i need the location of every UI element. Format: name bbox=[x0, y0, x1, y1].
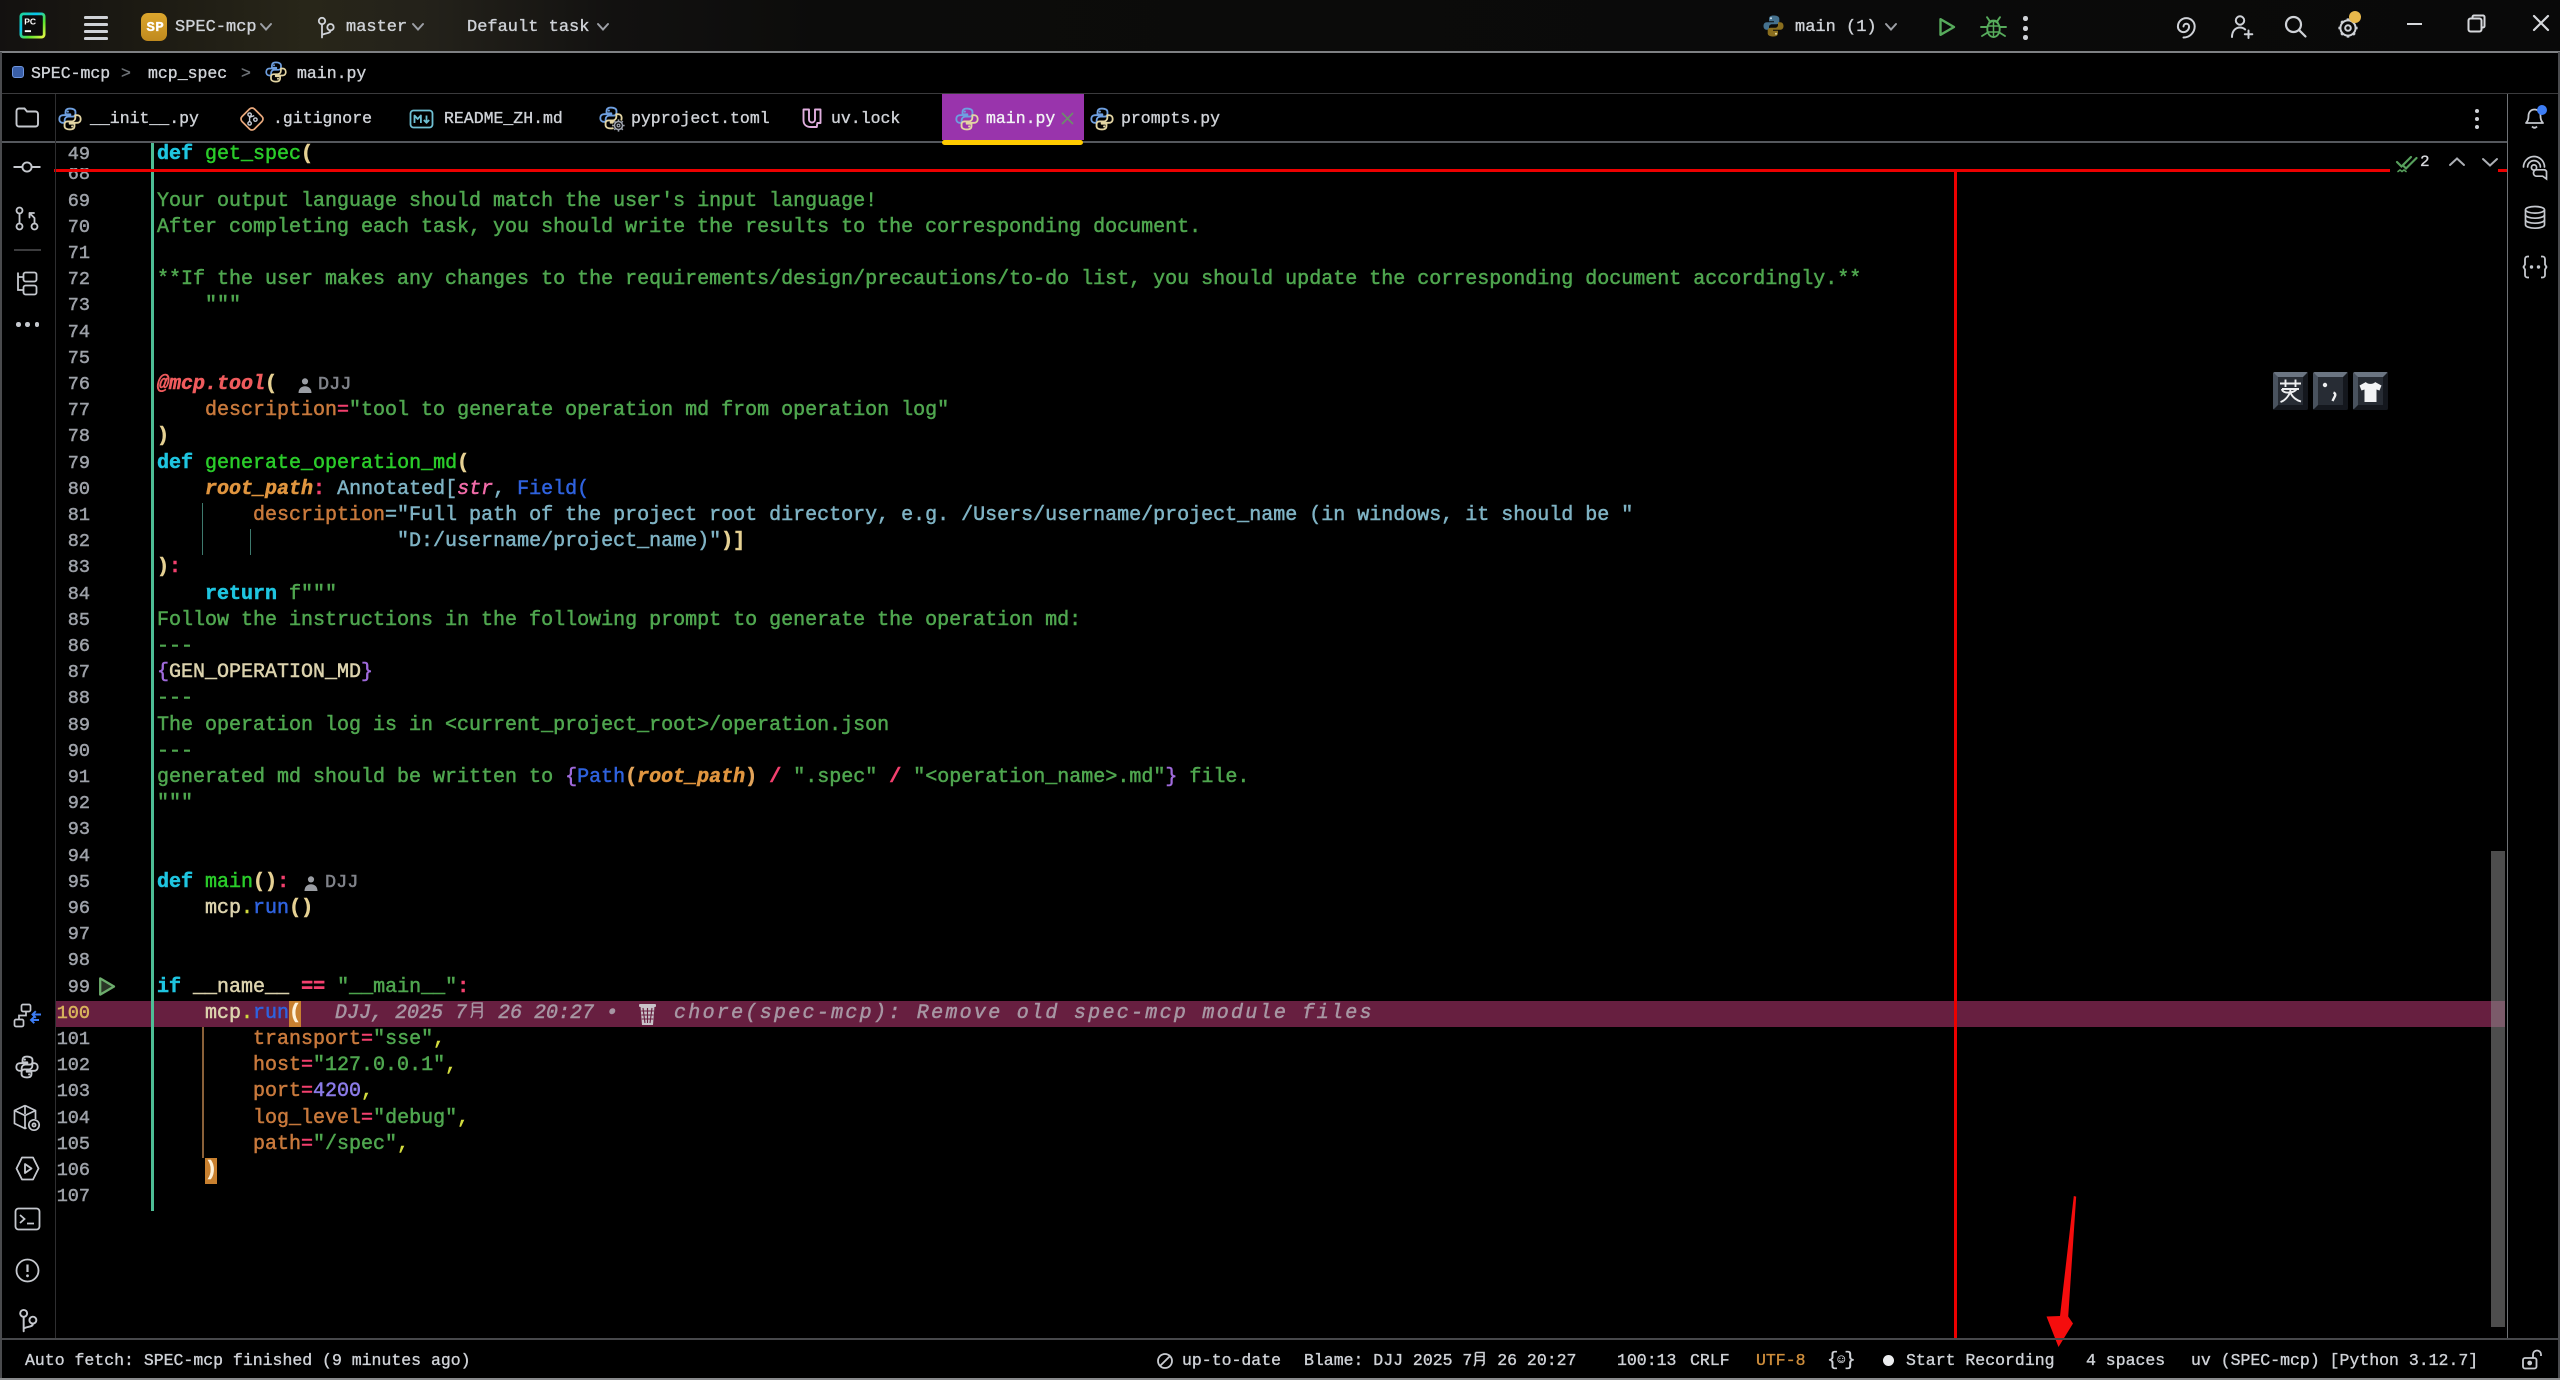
svg-text:PC: PC bbox=[24, 17, 36, 27]
